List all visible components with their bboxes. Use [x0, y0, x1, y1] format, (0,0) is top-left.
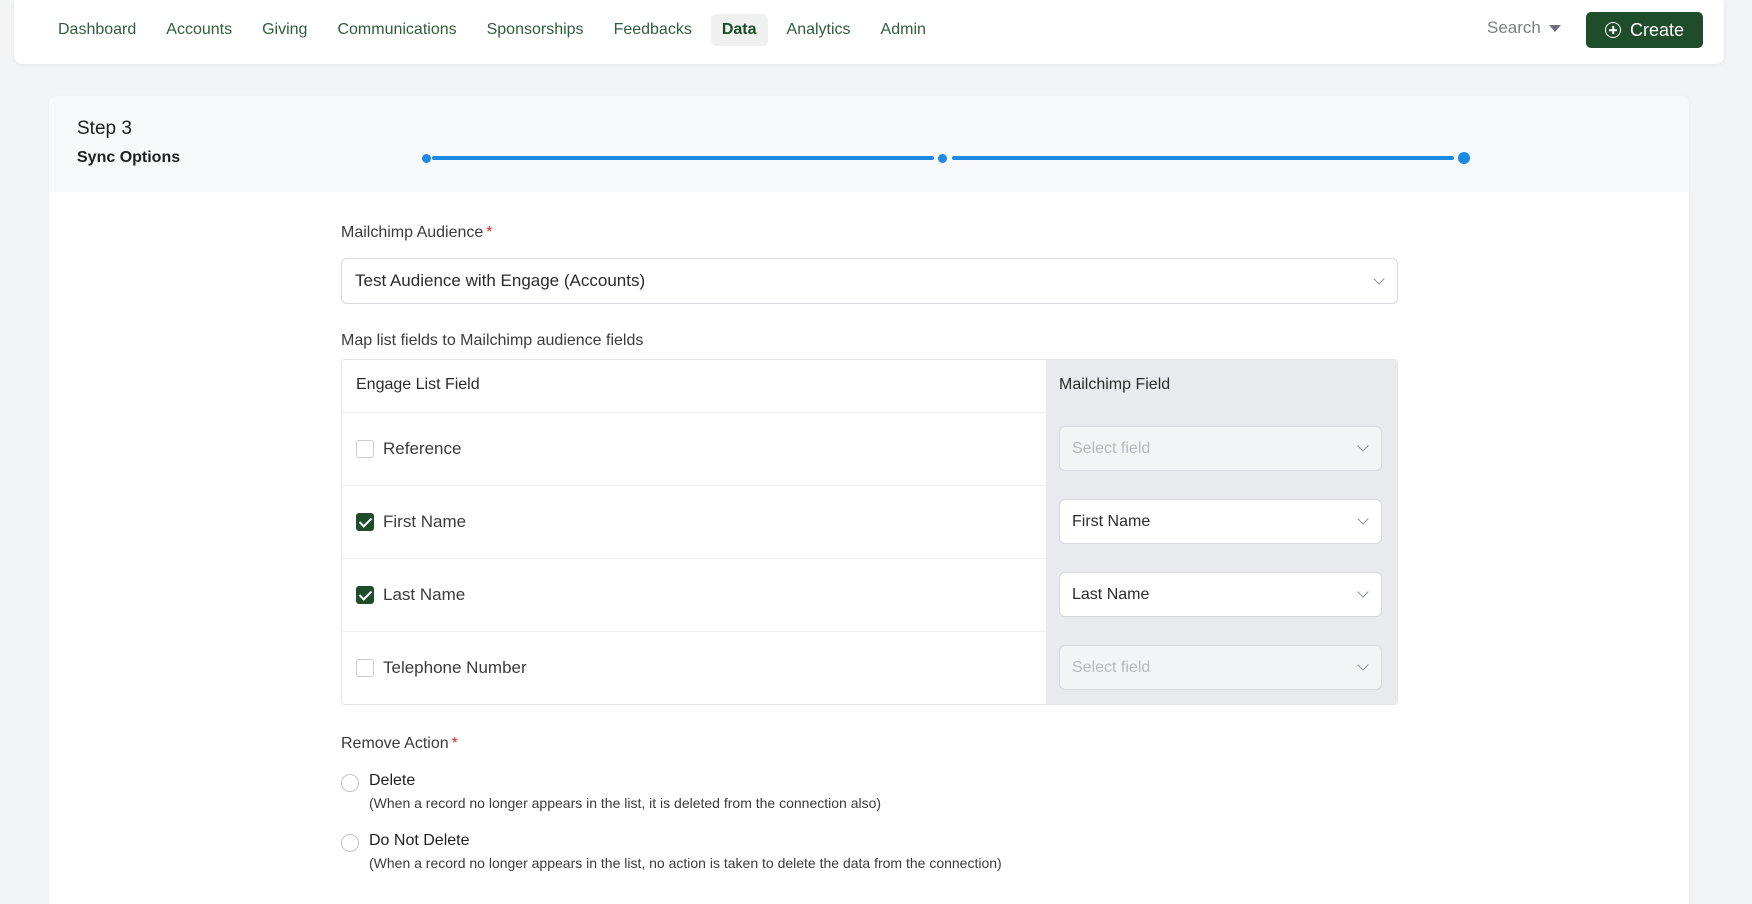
step-dot-3 [1458, 152, 1470, 164]
step-title: Step 3 [77, 118, 132, 139]
chevron-down-icon [1357, 440, 1369, 452]
step-line-1 [432, 156, 934, 160]
mapping-label: Map list fields to Mailchimp audience fi… [341, 332, 644, 349]
required-mark: * [486, 224, 493, 241]
nav-item-admin[interactable]: Admin [870, 14, 937, 46]
row-field-label: First Name [383, 512, 467, 531]
step-dot-1 [422, 154, 431, 163]
first-name-checkbox[interactable] [356, 513, 374, 531]
create-button[interactable]: Create [1586, 12, 1703, 48]
row-field-label: Telephone Number [383, 658, 527, 677]
row-field-label: Reference [383, 439, 462, 458]
audience-select-value: Test Audience with Engage (Accounts) [355, 271, 646, 290]
nav-item-dashboard[interactable]: Dashboard [47, 14, 147, 46]
row-field: First Name [356, 512, 466, 532]
create-button-label: Create [1629, 19, 1685, 40]
step-line-2 [952, 156, 1454, 160]
caret-down-icon [1548, 24, 1561, 32]
do-not-delete-radio[interactable] [341, 834, 359, 852]
column-header-mailchimp: Mailchimp Field [1059, 376, 1171, 393]
first-name-mailchimp-select[interactable]: First Name [1059, 499, 1382, 544]
nav-item-communications[interactable]: Communications [326, 14, 467, 46]
telephone-mailchimp-select[interactable]: Select field [1059, 645, 1382, 690]
reference-checkbox[interactable] [356, 440, 374, 458]
radio-text: Delete (When a record no longer appears … [369, 772, 881, 811]
required-mark: * [451, 735, 458, 752]
remove-option-delete[interactable]: Delete (When a record no longer appears … [341, 772, 881, 811]
top-nav-bar: Dashboard Accounts Giving Communications… [14, 0, 1724, 64]
radio-title: Do Not Delete [369, 832, 470, 849]
plus-circle-icon [1604, 22, 1621, 38]
step-dot-2 [938, 154, 947, 163]
nav-item-accounts[interactable]: Accounts [155, 14, 243, 46]
row-field: Reference [356, 439, 461, 459]
reference-mailchimp-select[interactable]: Select field [1059, 426, 1382, 471]
chevron-down-icon [1357, 513, 1369, 525]
select-value: Select field [1072, 658, 1151, 676]
table-row: Telephone Number [342, 631, 1046, 704]
remove-option-do-not-delete[interactable]: Do Not Delete (When a record no longer a… [341, 832, 1002, 871]
radio-title: Delete [369, 772, 416, 789]
select-value: Last Name [1072, 585, 1150, 603]
main-nav: Dashboard Accounts Giving Communications… [47, 14, 937, 46]
remove-action-label-text: Remove Action [341, 735, 449, 752]
sync-options-form: Mailchimp Audience * Test Audience with E… [341, 224, 1398, 871]
last-name-mailchimp-select[interactable]: Last Name [1059, 572, 1382, 617]
chevron-down-icon [1357, 586, 1369, 598]
nav-item-data[interactable]: Data [710, 14, 768, 46]
telephone-checkbox[interactable] [356, 659, 374, 677]
nav-item-feedbacks[interactable]: Feedbacks [603, 14, 703, 46]
table-row: Reference [342, 412, 1046, 485]
nav-item-analytics[interactable]: Analytics [776, 14, 862, 46]
audience-select[interactable]: Test Audience with Engage (Accounts) [341, 258, 1398, 304]
row-field-label: Last Name [383, 585, 466, 604]
radio-description: (When a record no longer appears in the … [369, 795, 882, 811]
remove-action-label: Remove Action * [341, 735, 458, 753]
table-row: First Name [342, 485, 1046, 558]
audience-label-text: Mailchimp Audience [341, 224, 484, 241]
radio-text: Do Not Delete (When a record no longer a… [369, 832, 1002, 871]
nav-item-giving[interactable]: Giving [251, 14, 318, 46]
row-field: Telephone Number [356, 658, 527, 678]
delete-radio[interactable] [341, 774, 359, 792]
search-label: Search [1487, 18, 1541, 37]
field-mapping-table: Engage List Field Mailchimp Field Refere… [341, 359, 1398, 705]
select-value: First Name [1072, 512, 1151, 530]
column-header-engage: Engage List Field [356, 376, 480, 393]
radio-description: (When a record no longer appears in the … [369, 855, 1002, 871]
search-dropdown[interactable]: Search [1487, 18, 1561, 38]
nav-item-sponsorships[interactable]: Sponsorships [476, 14, 595, 46]
step-subtitle: Sync Options [77, 149, 181, 166]
table-row: Last Name [342, 558, 1046, 631]
row-field: Last Name [356, 585, 465, 605]
audience-label: Mailchimp Audience * [341, 224, 1398, 242]
select-value: Select field [1072, 439, 1151, 457]
step-progress [419, 152, 1599, 164]
chevron-down-icon [1357, 659, 1369, 671]
wizard-header: Step 3 Sync Options [49, 96, 1689, 192]
last-name-checkbox[interactable] [356, 586, 374, 604]
chevron-down-icon [1373, 273, 1385, 285]
